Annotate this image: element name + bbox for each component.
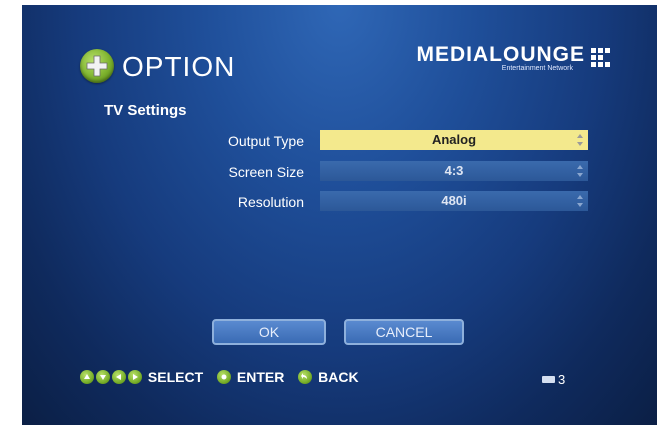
up-arrow-icon (80, 370, 94, 384)
resolution-select[interactable]: 480i (320, 191, 588, 211)
output-type-select[interactable]: Analog (320, 130, 588, 150)
battery-icon (542, 376, 555, 383)
brand-logo: MEDIALOUNGE Entertainment Network (417, 43, 612, 72)
spin-arrows-icon (577, 195, 583, 207)
left-arrow-icon (112, 370, 126, 384)
battery-value: 3 (558, 372, 566, 387)
spin-arrows-icon (577, 165, 583, 177)
footer-hints: SELECT ENTER BACK (80, 369, 369, 387)
enter-hint: ENTER (236, 369, 285, 385)
brand-grid-icon (591, 48, 610, 67)
resolution-label: Resolution (237, 194, 304, 210)
right-arrow-icon (128, 370, 142, 384)
back-hint: BACK (318, 369, 359, 385)
output-type-value: Analog (431, 132, 477, 147)
screen-size-label: Screen Size (228, 164, 304, 180)
enter-icon (217, 370, 232, 384)
cancel-button[interactable]: CANCEL (344, 319, 464, 345)
section-title: TV Settings (104, 102, 187, 119)
screen-size-select[interactable]: 4:3 (320, 161, 588, 181)
down-arrow-icon (96, 370, 110, 384)
page-title: OPTION (122, 51, 236, 82)
select-hint: SELECT (147, 369, 204, 385)
screen-size-value: 4:3 (444, 163, 464, 178)
tv-screen: OPTION MEDIALOUNGE Entertainment Network… (22, 5, 657, 425)
output-type-label: Output Type (227, 133, 304, 149)
back-icon (298, 370, 313, 384)
resolution-value: 480i (441, 193, 467, 208)
dpad-icon (80, 49, 114, 83)
spin-arrows-icon (577, 134, 583, 146)
battery-indicator: 3 (542, 372, 565, 387)
brand-name: MEDIALOUNGE (416, 43, 585, 66)
ok-button[interactable]: OK (212, 319, 326, 345)
